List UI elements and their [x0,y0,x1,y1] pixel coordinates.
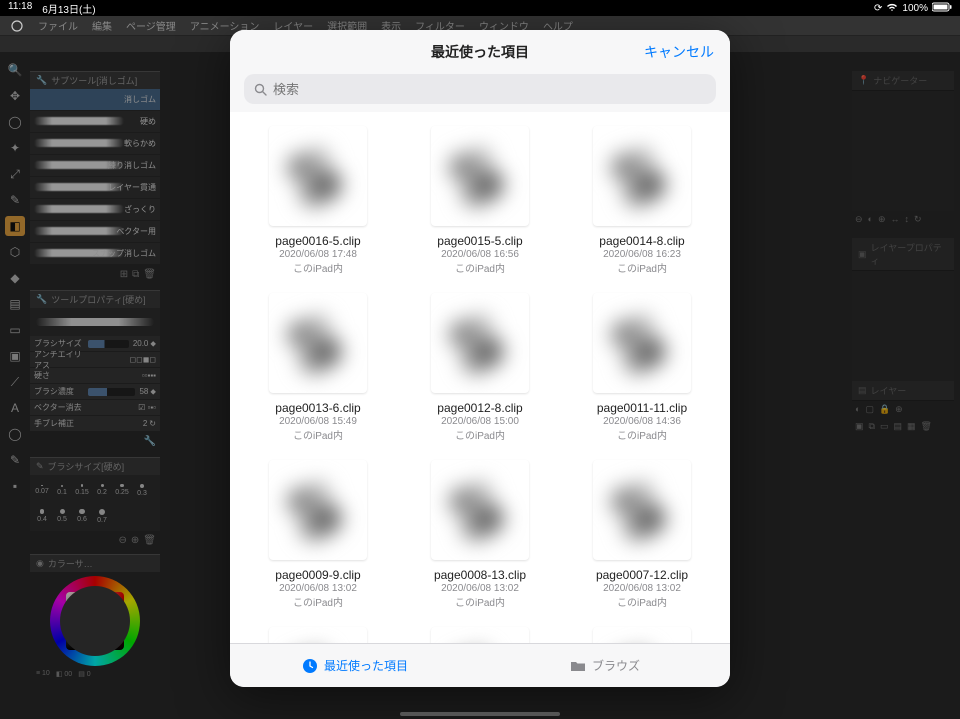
file-location: このiPad内 [617,594,667,609]
search-input[interactable] [273,82,706,97]
file-location: このiPad内 [455,594,505,609]
file-thumbnail[interactable] [593,126,691,226]
file-thumbnail[interactable] [593,293,691,393]
file-date: 2020/06/08 17:48 [279,249,357,260]
battery-pct: 100% [902,3,928,14]
file-thumbnail[interactable] [269,627,367,643]
file-thumbnail[interactable] [269,460,367,560]
file-date: 2020/06/08 13:02 [279,583,357,594]
status-time: 11:18 [8,1,32,16]
search-field[interactable] [244,74,716,104]
menu-file[interactable]: ファイル [38,18,78,33]
file-date: 2020/06/08 15:00 [441,416,519,427]
file-item[interactable]: page0014-8.clip 2020/06/08 16:23 このiPad内 [564,126,720,275]
status-bar: 11:18 6月13日(土) ⟳ 100% [0,0,960,16]
file-date: 2020/06/08 16:23 [603,249,681,260]
status-date: 6月13日(土) [42,1,95,16]
tab-browse[interactable]: ブラウズ [480,644,730,687]
file-location: このiPad内 [455,427,505,442]
tab-recent[interactable]: 最近使った項目 [230,644,480,687]
file-thumbnail[interactable] [431,627,529,643]
file-item[interactable]: page0011-11.clip 2020/06/08 14:36 このiPad… [564,293,720,442]
menu-page[interactable]: ページ管理 [126,18,176,33]
file-location: このiPad内 [617,427,667,442]
file-name: page0014-8.clip [599,234,684,248]
app-logo-icon [10,20,24,32]
modal-tab-bar: 最近使った項目 ブラウズ [230,643,730,687]
file-location: このiPad内 [293,260,343,275]
file-thumbnail[interactable] [593,460,691,560]
modal-nav-bar: 最近使った項目 キャンセル [230,30,730,74]
file-item[interactable]: page0016-5.clip 2020/06/08 17:48 このiPad内 [240,126,396,275]
file-thumbnail[interactable] [431,126,529,226]
modal-title: 最近使った項目 [431,42,529,62]
menu-edit[interactable]: 編集 [92,18,112,33]
file-thumbnail[interactable] [593,627,691,643]
file-thumbnail[interactable] [269,293,367,393]
file-name: page0007-12.clip [596,568,688,582]
folder-icon [570,658,586,674]
file-name: page0009-9.clip [275,568,360,582]
file-date: 2020/06/08 16:56 [441,249,519,260]
file-date: 2020/06/08 13:02 [603,583,681,594]
file-thumbnail[interactable] [431,293,529,393]
battery-icon [932,2,952,15]
file-date: 2020/06/08 14:36 [603,416,681,427]
home-indicator[interactable] [400,712,560,716]
wifi-icon [886,2,898,15]
file-item[interactable]: page0008-13.clip 2020/06/08 13:02 このiPad… [402,460,558,609]
file-name: page0015-5.clip [437,234,522,248]
file-thumbnail[interactable] [431,460,529,560]
file-location: このiPad内 [293,594,343,609]
cancel-button[interactable]: キャンセル [644,42,714,62]
file-date: 2020/06/08 15:49 [279,416,357,427]
file-name: page0011-11.clip [597,401,687,415]
file-name: page0012-8.clip [437,401,522,415]
file-name: page0016-5.clip [275,234,360,248]
file-picker-modal: 最近使った項目 キャンセル page0016-5.clip 2020/06/08… [230,30,730,687]
file-item[interactable] [240,627,396,643]
file-name: page0013-6.clip [275,401,360,415]
search-icon [254,83,267,96]
file-date: 2020/06/08 13:02 [441,583,519,594]
file-item[interactable]: page0013-6.clip 2020/06/08 15:49 このiPad内 [240,293,396,442]
file-item[interactable] [564,627,720,643]
file-item[interactable]: page0009-9.clip 2020/06/08 13:02 このiPad内 [240,460,396,609]
file-location: このiPad内 [455,260,505,275]
file-location: このiPad内 [293,427,343,442]
file-name: page0008-13.clip [434,568,526,582]
file-item[interactable]: page0015-5.clip 2020/06/08 16:56 このiPad内 [402,126,558,275]
file-item[interactable] [402,627,558,643]
sync-icon: ⟳ [874,3,882,14]
file-thumbnail[interactable] [269,126,367,226]
file-location: このiPad内 [617,260,667,275]
file-item[interactable]: page0007-12.clip 2020/06/08 13:02 このiPad… [564,460,720,609]
file-item[interactable]: page0012-8.clip 2020/06/08 15:00 このiPad内 [402,293,558,442]
clock-icon [302,658,318,674]
